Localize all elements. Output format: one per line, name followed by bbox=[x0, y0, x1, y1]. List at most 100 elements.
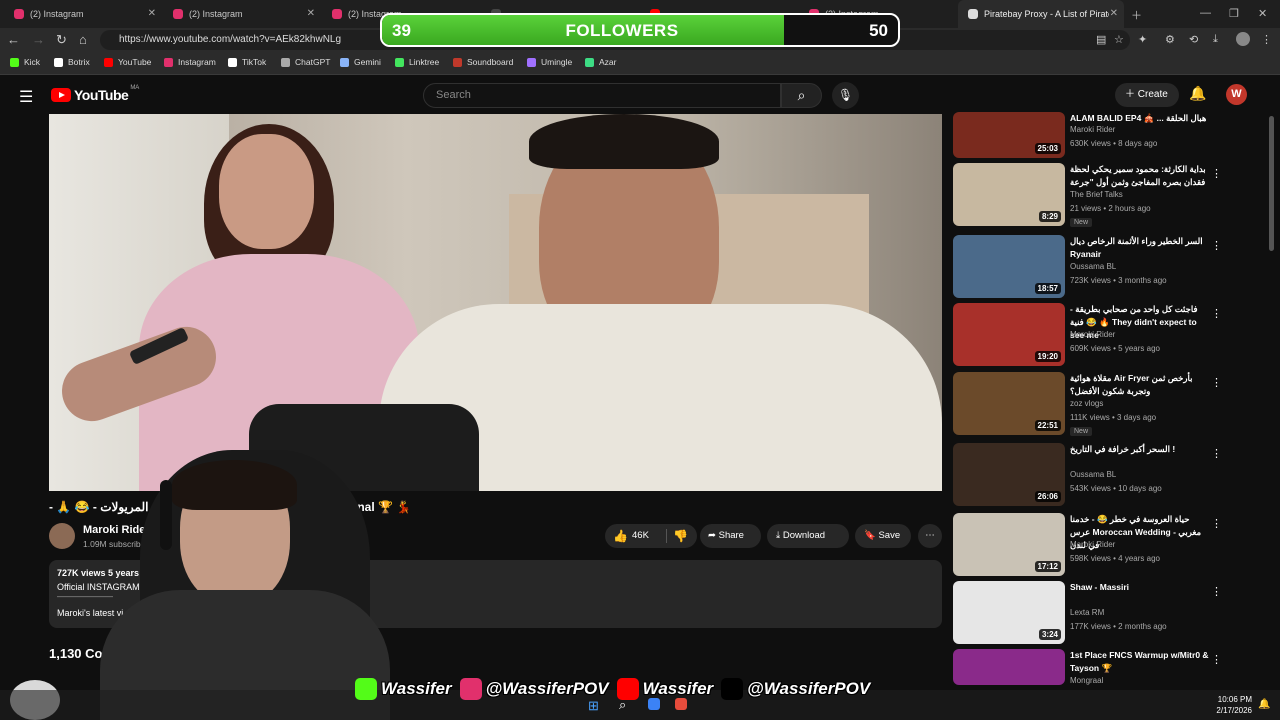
recommendation-title[interactable]: السحر أكبر خرافة في التاريخ ! bbox=[1070, 443, 1210, 456]
more-actions-button[interactable]: ⋯ bbox=[918, 524, 942, 548]
recommendation-title[interactable]: السر الخطير وراء الأثمنة الرخاص ديال Rya… bbox=[1070, 235, 1210, 261]
bookmark-tiktok[interactable]: TikTok bbox=[228, 57, 266, 67]
more-options-icon[interactable]: ⋮ bbox=[1211, 585, 1222, 598]
system-clock[interactable]: 10:06 PM 2/17/2026 bbox=[1216, 694, 1252, 716]
share-button[interactable]: ➦ Share bbox=[700, 524, 761, 548]
search-input[interactable]: Search bbox=[423, 83, 781, 108]
recommendation-channel[interactable]: Mongraal bbox=[1070, 676, 1103, 685]
recommendation-title[interactable]: 1st Place FNCS Warmup w/Mitr0 & Tayson 🏆 bbox=[1070, 649, 1210, 675]
bookmark-instagram[interactable]: Instagram bbox=[164, 57, 216, 67]
reader-icon[interactable]: ▤ bbox=[1096, 33, 1106, 46]
recommendation-channel[interactable]: Oussama BL bbox=[1070, 262, 1116, 271]
menu-icon[interactable]: ⋮ bbox=[1261, 33, 1272, 46]
forward-icon[interactable]: → bbox=[32, 32, 45, 48]
new-badge: New bbox=[1070, 218, 1093, 227]
minimize-icon[interactable]: — bbox=[1200, 7, 1211, 19]
like-count[interactable]: 46K bbox=[632, 524, 649, 548]
video-thumbnail[interactable]: 18:57 bbox=[953, 235, 1065, 298]
scrollbar[interactable] bbox=[1269, 116, 1274, 251]
youtube-logo[interactable]: YouTube MA bbox=[51, 85, 139, 103]
notification-icon[interactable]: 🔔 bbox=[1258, 699, 1270, 710]
recommendation-item[interactable]: 22:51 مقلاة هوائية Air Fryer بأرخص ثمن وت… bbox=[953, 372, 1223, 436]
tab-label: (2) Instagram bbox=[189, 9, 243, 19]
bookmark-soundboard[interactable]: Soundboard bbox=[453, 57, 513, 67]
recommendation-channel[interactable]: Maroki Rider bbox=[1070, 125, 1115, 134]
more-options-icon[interactable]: ⋮ bbox=[1211, 653, 1222, 666]
more-options-icon[interactable]: ⋮ bbox=[1211, 239, 1222, 252]
recommendation-item[interactable]: 19:20- فاجئت كل واحد من صحابي بطريقة فني… bbox=[953, 303, 1223, 367]
recommendation-channel[interactable]: Maroki Rider bbox=[1070, 540, 1115, 549]
reload-icon[interactable]: ↻ bbox=[56, 32, 67, 48]
recommendation-channel[interactable]: The Brief Talks bbox=[1070, 190, 1123, 199]
recommendation-channel[interactable]: zoz vlogs bbox=[1070, 399, 1103, 408]
bookmark-gemini[interactable]: Gemini bbox=[340, 57, 381, 67]
video-player[interactable] bbox=[49, 114, 942, 491]
voice-search-button[interactable]: 🎙 bbox=[832, 82, 859, 109]
download-button[interactable]: ⤓ Download bbox=[767, 524, 849, 548]
hamburger-menu-icon[interactable]: ☰ bbox=[19, 87, 33, 107]
video-thumbnail[interactable]: 26:06 bbox=[953, 443, 1065, 506]
like-icon[interactable]: 👍 bbox=[613, 524, 628, 548]
dislike-icon[interactable]: 👎 bbox=[673, 524, 688, 548]
create-button[interactable]: ＋ Create bbox=[1115, 83, 1179, 107]
download-icon[interactable]: ⤓ bbox=[1213, 33, 1218, 46]
close-window-icon[interactable]: ✕ bbox=[1258, 7, 1267, 20]
recommendation-item[interactable]: 3:24 Shaw - Massiri Lexta RM 177K views • 2… bbox=[953, 581, 1223, 645]
back-icon[interactable]: ← bbox=[7, 32, 20, 48]
recommendation-title[interactable]: مقلاة هوائية Air Fryer بأرخص ثمن وتجربة … bbox=[1070, 372, 1210, 398]
recommendation-channel[interactable]: Maroki Rider bbox=[1070, 330, 1115, 339]
recommendation-item[interactable]: 8:29 بداية الكارثة: محمود سمير يحكي لحظة … bbox=[953, 163, 1223, 227]
account-avatar[interactable]: W bbox=[1226, 84, 1247, 105]
bookmark-chatgpt[interactable]: ChatGPT bbox=[281, 57, 330, 67]
close-icon[interactable]: ✕ bbox=[307, 8, 315, 19]
profile-icon[interactable] bbox=[1236, 32, 1250, 46]
notifications-bell-icon[interactable]: 🔔 bbox=[1189, 85, 1206, 102]
search-button[interactable]: ⌕ bbox=[781, 83, 822, 108]
home-icon[interactable]: ⌂ bbox=[79, 32, 87, 48]
social-handle: @WassiferPOV bbox=[747, 679, 871, 698]
recommendation-item[interactable]: 17:12 حياة العروسة في خطر 😂 - خدمنا عرس M… bbox=[953, 513, 1223, 577]
star-icon[interactable]: ☆ bbox=[1114, 33, 1124, 46]
more-options-icon[interactable]: ⋮ bbox=[1211, 447, 1222, 460]
video-thumbnail[interactable] bbox=[953, 649, 1065, 685]
more-options-icon[interactable]: ⋮ bbox=[1211, 376, 1222, 389]
instagram-icon bbox=[173, 9, 183, 19]
recommendation-item[interactable]: 26:06 السحر أكبر خرافة في التاريخ ! Oussam… bbox=[953, 443, 1223, 507]
recommendation-item[interactable]: 18:57 السر الخطير وراء الأثمنة الرخاص ديا… bbox=[953, 235, 1223, 299]
extension-icon[interactable]: ✦ bbox=[1138, 33, 1147, 46]
recommendation-channel[interactable]: Lexta RM bbox=[1070, 608, 1104, 617]
recommendation-title[interactable]: ALAM BALID EP4 🎪 ... هبال الحلقة bbox=[1070, 112, 1210, 125]
video-thumbnail[interactable]: 25:03 bbox=[953, 112, 1065, 158]
close-icon[interactable]: ✕ bbox=[1110, 8, 1118, 19]
video-thumbnail[interactable]: 17:12 bbox=[953, 513, 1065, 576]
video-duration: 3:24 bbox=[1038, 629, 1061, 640]
bookmark-youtube[interactable]: YouTube bbox=[104, 57, 151, 67]
more-options-icon[interactable]: ⋮ bbox=[1211, 307, 1222, 320]
streamer-hair bbox=[172, 460, 297, 510]
bookmark-linktree[interactable]: Linktree bbox=[395, 57, 439, 67]
recommendation-channel[interactable]: Oussama BL bbox=[1070, 470, 1116, 479]
video-thumbnail[interactable]: 3:24 bbox=[953, 581, 1065, 644]
bookmark-botrix[interactable]: Botrix bbox=[54, 57, 90, 67]
bookmark-kick[interactable]: Kick bbox=[10, 57, 40, 67]
social-handle: Wassifer bbox=[381, 679, 452, 698]
browser-tab[interactable]: (2) Instagram ✕ bbox=[163, 0, 321, 28]
video-thumbnail[interactable]: 8:29 bbox=[953, 163, 1065, 226]
video-thumbnail[interactable]: 19:20 bbox=[953, 303, 1065, 366]
settings-icon[interactable]: ⚙ bbox=[1165, 33, 1175, 46]
bookmark-azar[interactable]: Azar bbox=[585, 57, 616, 67]
video-thumbnail[interactable]: 22:51 bbox=[953, 372, 1065, 435]
more-options-icon[interactable]: ⋮ bbox=[1211, 517, 1222, 530]
recommendation-title[interactable]: Shaw - Massiri bbox=[1070, 581, 1210, 594]
browser-tab[interactable]: (2) Instagram ✕ bbox=[4, 0, 162, 28]
save-button[interactable]: 🔖 Save bbox=[855, 524, 911, 548]
recommendation-title[interactable]: بداية الكارثة: محمود سمير يحكي لحظة فقدا… bbox=[1070, 163, 1210, 189]
close-icon[interactable]: ✕ bbox=[148, 8, 156, 19]
maximize-icon[interactable]: ❐ bbox=[1229, 7, 1239, 20]
browser-tab-active[interactable]: Piratebay Proxy - A List of Pirate B ✕ bbox=[958, 0, 1124, 28]
kick-icon bbox=[10, 57, 19, 67]
bookmark-umingle[interactable]: Umingle bbox=[527, 57, 572, 67]
more-options-icon[interactable]: ⋮ bbox=[1211, 167, 1222, 180]
history-icon[interactable]: ⟲ bbox=[1189, 33, 1198, 46]
new-tab-icon[interactable]: ＋ bbox=[1131, 7, 1142, 23]
